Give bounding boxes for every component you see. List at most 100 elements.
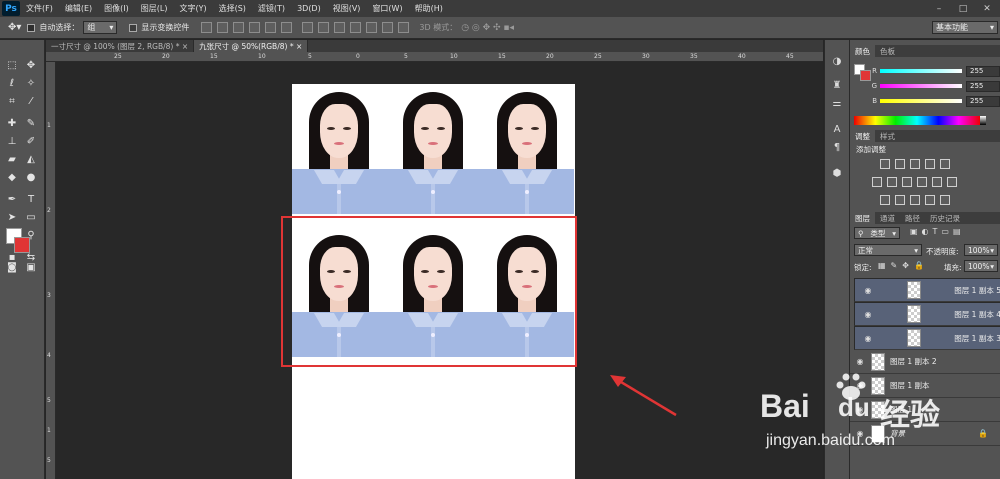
close-window-button[interactable]: ✕ (976, 0, 998, 17)
pen-tool-icon[interactable]: ✒ (3, 190, 21, 208)
distribute-right-icon[interactable] (382, 22, 394, 33)
crop-tool-icon[interactable]: ⌗ (3, 92, 21, 110)
background-color-swatch[interactable] (14, 237, 30, 253)
align-vcenter-icon[interactable] (217, 22, 229, 33)
path-select-icon[interactable]: ➤ (3, 208, 21, 226)
auto-select-dropdown[interactable]: 组 ▾ (83, 21, 118, 34)
distribute-hcenter-icon[interactable] (366, 22, 378, 33)
lock-icons[interactable]: ▦✎✥🔒 (878, 261, 929, 270)
workspace-dropdown[interactable]: 基本功能 ▾ (932, 21, 998, 34)
3d-controls-icon[interactable]: ◷ ◎ ✥ ✣ ▪◂ (461, 23, 514, 33)
channel-value[interactable]: 255 (966, 80, 1000, 92)
blue-slider[interactable]: B 255 (860, 95, 1000, 107)
align-left-icon[interactable] (249, 22, 261, 33)
selective-color-icon[interactable] (940, 195, 950, 205)
blend-mode-dropdown[interactable]: 正常 ▾ (854, 244, 922, 256)
distribute-vcenter-icon[interactable] (318, 22, 330, 33)
tab-channels[interactable]: 通道 (875, 212, 900, 224)
exposure-icon[interactable] (925, 159, 935, 169)
close-icon[interactable]: × (296, 42, 302, 51)
character-panel-icon[interactable]: A (830, 122, 844, 136)
grayscale-ramp[interactable] (980, 116, 986, 125)
channel-mixer-icon[interactable] (932, 177, 942, 187)
menu-filter[interactable]: 滤镜(T) (252, 3, 291, 14)
tab-swatches[interactable]: 色板 (875, 45, 900, 57)
align-bottom-icon[interactable] (233, 22, 245, 33)
marquee-tool-icon[interactable]: ⬚ (3, 56, 21, 74)
channel-value[interactable]: 255 (966, 95, 1000, 107)
menu-window[interactable]: 窗口(W) (366, 3, 408, 14)
menu-edit[interactable]: 编辑(E) (59, 3, 98, 14)
eye-icon[interactable]: ◉ (862, 310, 874, 319)
blur-tool-icon[interactable]: ◆ (3, 168, 21, 186)
move-tool-icon[interactable]: ✥▾ (8, 22, 21, 33)
layer-filter-icons[interactable]: ▣◐T▭▤ (910, 227, 965, 236)
show-transform-checkbox[interactable] (129, 23, 138, 32)
tab-document-2[interactable]: 九张尺寸 @ 50%(RGB/8) * × (194, 40, 309, 52)
threshold-icon[interactable] (910, 195, 920, 205)
curves-icon[interactable] (910, 159, 920, 169)
red-slider[interactable]: R 255 (860, 65, 1000, 77)
tab-color[interactable]: 颜色 (850, 45, 875, 57)
hue-saturation-icon[interactable] (872, 177, 882, 187)
menu-file[interactable]: 文件(F) (20, 3, 59, 14)
magic-wand-icon[interactable]: ✧ (22, 74, 40, 92)
levels-icon[interactable] (895, 159, 905, 169)
paragraph-panel-icon[interactable]: ¶ (830, 140, 844, 154)
brush-panel-icon[interactable]: ♜ (830, 78, 844, 92)
eye-icon[interactable]: ◉ (862, 334, 874, 343)
gradient-tool-icon[interactable]: ◭ (22, 150, 40, 168)
menu-3d[interactable]: 3D(D) (291, 4, 327, 13)
opacity-field[interactable]: 100% ▾ (964, 244, 998, 256)
maximize-button[interactable]: □ (952, 0, 974, 17)
layer-row[interactable]: ◉ 图层 1 副本 5 (854, 278, 1000, 302)
shape-tool-icon[interactable]: ▭ (22, 208, 40, 226)
menu-view[interactable]: 视图(V) (327, 3, 367, 14)
close-icon[interactable]: × (182, 42, 188, 51)
gradient-map-icon[interactable] (925, 195, 935, 205)
layer-filter-dropdown[interactable]: ⚲ 类型 ▾ (854, 227, 900, 239)
color-panel-icon[interactable]: ◑ (830, 54, 844, 68)
fill-field[interactable]: 100% ▾ (964, 260, 998, 272)
layer-row[interactable]: ◉ 图层 1 副本 4 (854, 302, 1000, 326)
tab-layers[interactable]: 图层 (850, 212, 875, 224)
eraser-icon[interactable]: ▰ (3, 150, 21, 168)
auto-align-icon[interactable] (398, 22, 410, 33)
eye-icon[interactable]: ◉ (854, 357, 866, 366)
healing-brush-icon[interactable]: ✚ (3, 114, 21, 132)
black-white-icon[interactable] (902, 177, 912, 187)
dodge-tool-icon[interactable]: ● (22, 168, 40, 186)
minimize-button[interactable]: – (928, 0, 950, 17)
lasso-tool-icon[interactable]: ℓ (3, 74, 21, 92)
align-top-icon[interactable] (201, 22, 213, 33)
align-right-icon[interactable] (281, 22, 293, 33)
distribute-left-icon[interactable] (350, 22, 362, 33)
tab-paths[interactable]: 路径 (900, 212, 925, 224)
tab-document-1[interactable]: 一寸尺寸 @ 100% (图层 2, RGB/8) * × (46, 40, 195, 52)
tab-styles[interactable]: 样式 (875, 130, 900, 142)
channel-value[interactable]: 255 (966, 65, 1000, 77)
menu-select[interactable]: 选择(S) (213, 3, 252, 14)
clone-stamp-icon[interactable]: ⊥ (3, 132, 21, 150)
layer-row[interactable]: ◉ 图层 1 副本 3 (854, 326, 1000, 350)
distribute-bottom-icon[interactable] (334, 22, 346, 33)
quick-mask-icon[interactable]: ◙ (3, 258, 21, 276)
type-tool-icon[interactable]: T (22, 190, 40, 208)
menu-layer[interactable]: 图层(L) (135, 3, 174, 14)
color-balance-icon[interactable] (887, 177, 897, 187)
photo-filter-icon[interactable] (917, 177, 927, 187)
color-lookup-icon[interactable] (947, 177, 957, 187)
eye-icon[interactable]: ◉ (862, 286, 874, 295)
3d-panel-icon[interactable]: ⬢ (830, 166, 844, 180)
brightness-icon[interactable] (880, 159, 890, 169)
green-slider[interactable]: G 255 (860, 80, 1000, 92)
invert-icon[interactable] (880, 195, 890, 205)
history-brush-icon[interactable]: ✐ (22, 132, 40, 150)
move-tool-icon[interactable]: ✥ (22, 56, 40, 74)
menu-image[interactable]: 图像(I) (98, 3, 135, 14)
vibrance-icon[interactable] (940, 159, 950, 169)
distribute-top-icon[interactable] (302, 22, 314, 33)
tab-adjustments[interactable]: 调整 (850, 130, 875, 142)
menu-help[interactable]: 帮助(H) (409, 3, 449, 14)
menu-type[interactable]: 文字(Y) (173, 3, 212, 14)
